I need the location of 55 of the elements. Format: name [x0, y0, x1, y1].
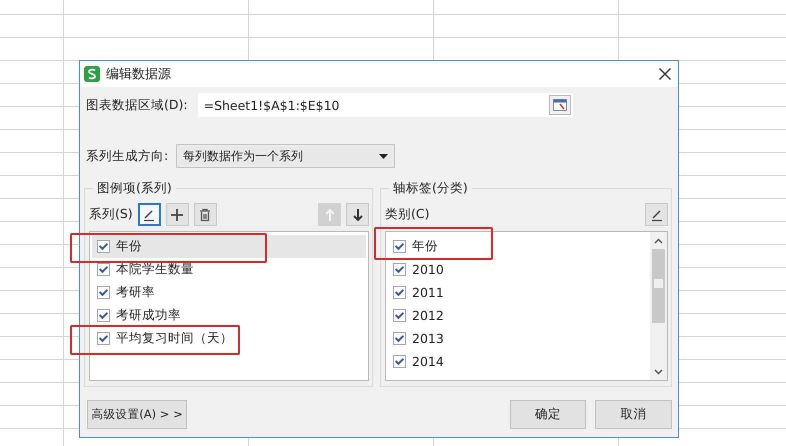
add-button[interactable]: [166, 203, 189, 226]
trash-icon: [198, 208, 212, 222]
pencil-icon: [142, 208, 156, 222]
list-item[interactable]: 2010: [388, 258, 648, 281]
field-label: 图表数据区域(D):: [86, 96, 188, 114]
up-caret-icon[interactable]: [654, 238, 663, 244]
range-picker-button[interactable]: [548, 95, 571, 115]
range-select-icon: [552, 99, 567, 111]
pencil-icon: [650, 208, 664, 222]
down-arrow-icon: [350, 208, 364, 222]
checkbox[interactable]: [393, 355, 406, 368]
group-title: 轴标签(分类): [389, 180, 472, 197]
checkbox[interactable]: [393, 286, 406, 299]
field-label: 系列生成方向:: [86, 148, 168, 164]
edit-button[interactable]: [138, 203, 161, 226]
up-arrow-icon: [322, 208, 336, 222]
list-item[interactable]: 本院学生数量: [92, 258, 366, 281]
delete-button[interactable]: [194, 203, 217, 226]
checkbox[interactable]: [97, 332, 110, 345]
input-field[interactable]: =Sheet1!$A$1:$E$10: [198, 93, 573, 117]
checkbox[interactable]: [393, 240, 406, 253]
toolbar-label: 类别(C): [385, 206, 430, 223]
checkbox[interactable]: [97, 263, 110, 276]
list-item[interactable]: 2012: [388, 304, 648, 327]
close-icon[interactable]: [658, 67, 672, 81]
checkbox[interactable]: [393, 263, 406, 276]
checkbox[interactable]: [97, 286, 110, 299]
toolbar-label: 系列(S): [89, 206, 133, 223]
scroll-thumb[interactable]: [652, 249, 665, 323]
scrollbar[interactable]: [650, 232, 667, 380]
checkbox[interactable]: [393, 332, 406, 345]
plus-icon: [170, 208, 184, 222]
list-item[interactable]: 考研率: [92, 281, 366, 304]
ok-button[interactable]: 确定: [510, 400, 586, 429]
checkbox[interactable]: [97, 240, 110, 253]
checkbox[interactable]: [97, 309, 110, 322]
edit-button[interactable]: [645, 203, 668, 226]
list-item[interactable]: 平均复习时间（天）: [92, 327, 366, 350]
list-item[interactable]: 2014: [388, 350, 648, 373]
checkbox[interactable]: [393, 309, 406, 322]
down-button[interactable]: [346, 203, 369, 226]
dropdown-arrow-icon: [379, 154, 388, 158]
list-item[interactable]: 年份: [92, 235, 366, 258]
list-item[interactable]: 2013: [388, 327, 648, 350]
window-title: 编辑数据源: [106, 66, 172, 83]
list-item[interactable]: 考研成功率: [92, 304, 366, 327]
down-caret-icon[interactable]: [654, 368, 663, 374]
grip-icon: [654, 279, 663, 288]
list-item[interactable]: 年份: [388, 235, 648, 258]
app-logo-icon: [84, 66, 100, 82]
advanced-settings-button[interactable]: 高级设置(A) > >: [87, 400, 187, 429]
list-item[interactable]: 2011: [388, 281, 648, 304]
cancel-button[interactable]: 取消: [595, 400, 672, 429]
group-title: 图例项(系列): [93, 180, 176, 197]
dropdown[interactable]: 每列数据作为一个系列: [176, 144, 396, 168]
